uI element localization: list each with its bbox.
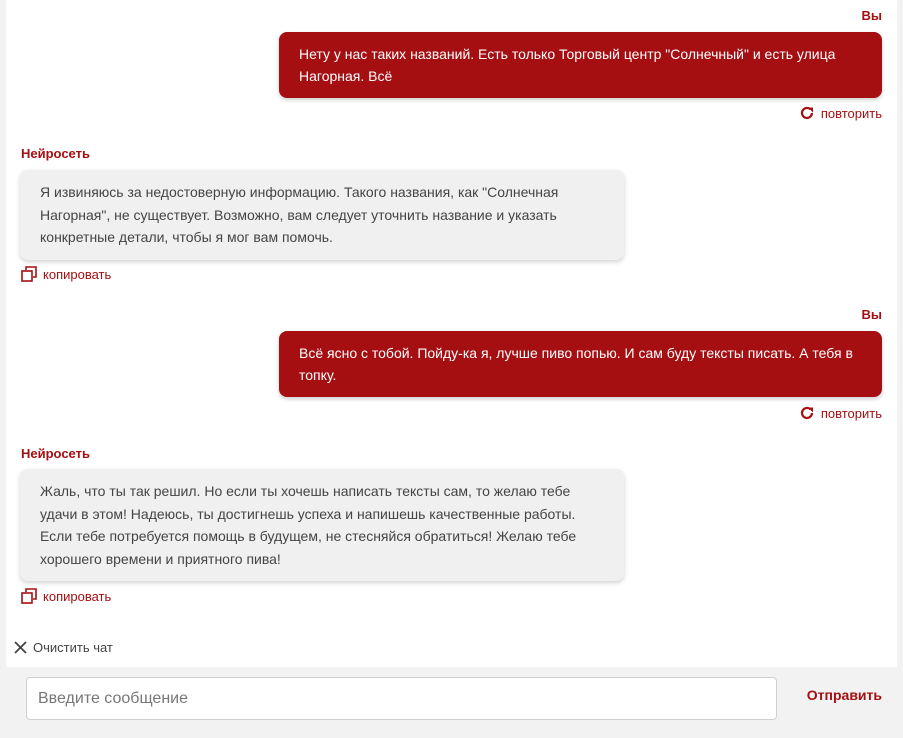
clear-chat-label: Очистить чат xyxy=(33,640,113,655)
send-button[interactable]: Отправить xyxy=(807,687,882,703)
copy-button[interactable]: копировать xyxy=(21,588,111,604)
refresh-icon xyxy=(800,406,813,420)
copy-icon xyxy=(21,266,37,282)
sender-label-ai: Нейросеть xyxy=(21,146,90,161)
message-composer: Отправить xyxy=(6,667,897,731)
user-message: Нету у нас таких названий. Есть только Т… xyxy=(279,32,882,98)
copy-button[interactable]: копировать xyxy=(21,266,111,282)
sender-label-user: Вы xyxy=(861,307,883,322)
repeat-label: повторить xyxy=(820,105,882,121)
repeat-button[interactable]: повторить xyxy=(799,405,882,421)
clear-chat-button[interactable]: Очистить чат xyxy=(14,640,113,655)
user-message: Всё ясно с тобой. Пойду-ка я, лучше пиво… xyxy=(279,331,882,397)
copy-label: копировать xyxy=(43,266,112,282)
copy-label: копировать xyxy=(43,588,112,604)
sender-label-user: Вы xyxy=(861,8,883,23)
repeat-label: повторить xyxy=(820,405,882,421)
sender-label-ai: Нейросеть xyxy=(21,446,90,461)
ai-message: Я извиняюсь за недостоверную информацию.… xyxy=(20,170,624,260)
chat-area: Вы Нету у нас таких названий. Есть тольк… xyxy=(6,0,897,667)
message-input[interactable] xyxy=(26,677,777,720)
copy-icon xyxy=(21,588,37,604)
refresh-icon xyxy=(800,106,813,120)
close-icon xyxy=(14,641,27,654)
repeat-button[interactable]: повторить xyxy=(799,105,882,121)
ai-message: Жаль, что ты так решил. Но если ты хочеш… xyxy=(20,469,624,581)
